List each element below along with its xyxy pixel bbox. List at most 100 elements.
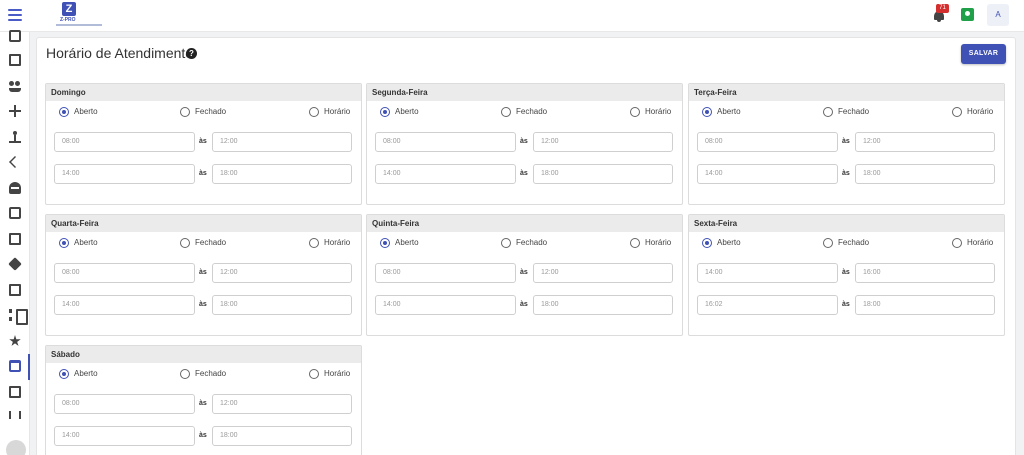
start-time-1-input[interactable]: 08:00: [375, 263, 516, 283]
star-icon: [9, 335, 21, 346]
settings-fab[interactable]: [6, 440, 26, 455]
end-time-1-input[interactable]: 12:00: [533, 132, 673, 152]
start-time-2-input[interactable]: 14:00: [375, 164, 516, 184]
radio-closed-label: Fechado: [838, 238, 870, 247]
sidebar-item-lists[interactable]: [0, 303, 30, 329]
radio-dot-icon: [59, 369, 69, 379]
day-name: Sexta-Feira: [689, 215, 1004, 232]
save-button[interactable]: SALVAR: [961, 44, 1006, 64]
calendar-list-icon: [9, 207, 21, 219]
sidebar-item-messages[interactable]: [0, 227, 30, 253]
sidebar-item-replies[interactable]: [0, 150, 30, 176]
sidebar-item-queues[interactable]: [0, 125, 30, 151]
logo-text: Z-PRO: [60, 17, 76, 23]
menu-icon[interactable]: [8, 9, 22, 21]
day-card-5: Quinta-Feira Aberto Fechado Horário 08:0…: [366, 214, 683, 336]
end-time-2-input[interactable]: 18:00: [533, 295, 673, 315]
sidebar-item-tags[interactable]: [0, 252, 30, 278]
day-name: Sábado: [46, 346, 361, 363]
day-card-6: Sexta-Feira Aberto Fechado Horário 14:00…: [688, 214, 1005, 336]
start-time-2-input[interactable]: 14:00: [54, 164, 195, 184]
start-time-1-input[interactable]: 08:00: [697, 132, 838, 152]
people-icon: [9, 80, 21, 92]
sidebar-item-files[interactable]: [0, 278, 30, 304]
sidebar-item-dashboard[interactable]: [0, 24, 30, 50]
end-time-1-input[interactable]: 12:00: [855, 132, 995, 152]
radio-dot-icon: [823, 238, 833, 248]
radio-dot-icon: [952, 107, 962, 117]
dashboard-icon: [9, 30, 21, 42]
start-time-1-input[interactable]: 08:00: [54, 394, 195, 414]
sidebar-item-contacts[interactable]: [0, 74, 30, 100]
sidebar-item-business-hours[interactable]: [0, 354, 30, 380]
radio-open-label: Aberto: [717, 238, 741, 247]
start-time-2-input[interactable]: 14:00: [375, 295, 516, 315]
day-card-1: Domingo Aberto Fechado Horário 08:00 às …: [45, 83, 362, 205]
end-time-1-input[interactable]: 12:00: [212, 132, 352, 152]
end-time-2-input[interactable]: 18:00: [533, 164, 673, 184]
start-time-2-input[interactable]: 16:02: [697, 295, 838, 315]
start-time-2-input[interactable]: 14:00: [697, 164, 838, 184]
end-time-2-input[interactable]: 18:00: [855, 295, 995, 315]
separator: às: [842, 301, 850, 308]
branch-icon: [9, 411, 21, 419]
sidebar-item-campaigns[interactable]: [0, 380, 30, 406]
separator: às: [199, 269, 207, 276]
start-time-1-input[interactable]: 14:00: [697, 263, 838, 283]
sidebar-item-reports[interactable]: [0, 48, 30, 74]
end-time-2-input[interactable]: 18:00: [855, 164, 995, 184]
start-time-2-input[interactable]: 14:00: [54, 426, 195, 446]
move-icon: [9, 105, 21, 117]
day-name: Terça-Feira: [689, 84, 1004, 101]
top-bar: Z Z-PRO 71 A: [0, 0, 1024, 32]
radio-dot-icon: [501, 107, 511, 117]
stand-icon: [9, 131, 21, 143]
sidebar: [0, 30, 30, 455]
radio-dot-icon: [180, 238, 190, 248]
radio-closed-label: Fechado: [195, 107, 227, 116]
radio-open-label: Aberto: [395, 238, 419, 247]
radio-hours-label: Horário: [645, 107, 672, 116]
separator: às: [199, 432, 207, 439]
sidebar-item-chatbot[interactable]: [0, 176, 30, 202]
radio-hours-label: Horário: [967, 238, 994, 247]
start-time-1-input[interactable]: 08:00: [54, 132, 195, 152]
help-icon[interactable]: ?: [186, 48, 197, 59]
separator: às: [842, 138, 850, 145]
start-time-1-input[interactable]: 08:00: [54, 263, 195, 283]
sidebar-item-panel[interactable]: [0, 99, 30, 125]
sidebar-item-ratings[interactable]: [0, 329, 30, 355]
radio-open-label: Aberto: [717, 107, 741, 116]
radio-closed-label: Fechado: [838, 107, 870, 116]
radio-dot-icon: [309, 107, 319, 117]
radio-closed-label: Fechado: [195, 369, 227, 378]
separator: às: [199, 400, 207, 407]
end-time-2-input[interactable]: 18:00: [212, 164, 352, 184]
start-time-2-input[interactable]: 14:00: [54, 295, 195, 315]
end-time-1-input[interactable]: 12:00: [212, 263, 352, 283]
sidebar-item-integrations[interactable]: [0, 405, 30, 431]
avatar[interactable]: A: [987, 4, 1009, 26]
radio-dot-icon: [380, 107, 390, 117]
calendar-clock-icon: [9, 360, 21, 372]
end-time-1-input[interactable]: 12:00: [533, 263, 673, 283]
contacts-icon[interactable]: [961, 8, 974, 21]
end-time-1-input[interactable]: 12:00: [212, 394, 352, 414]
radio-dot-icon: [59, 107, 69, 117]
start-time-1-input[interactable]: 08:00: [375, 132, 516, 152]
radio-dot-icon: [630, 238, 640, 248]
radio-dot-icon: [309, 238, 319, 248]
radio-open-label: Aberto: [395, 107, 419, 116]
page-title: Horário de Atendimento: [46, 45, 194, 61]
end-time-2-input[interactable]: 18:00: [212, 426, 352, 446]
separator: às: [842, 269, 850, 276]
separator: às: [520, 269, 528, 276]
day-name: Quarta-Feira: [46, 215, 361, 232]
end-time-2-input[interactable]: 18:00: [212, 295, 352, 315]
radio-dot-icon: [59, 238, 69, 248]
radio-hours-label: Horário: [967, 107, 994, 116]
end-time-1-input[interactable]: 16:00: [855, 263, 995, 283]
day-name: Segunda-Feira: [367, 84, 682, 101]
sidebar-item-schedule[interactable]: [0, 201, 30, 227]
radio-closed-label: Fechado: [195, 238, 227, 247]
